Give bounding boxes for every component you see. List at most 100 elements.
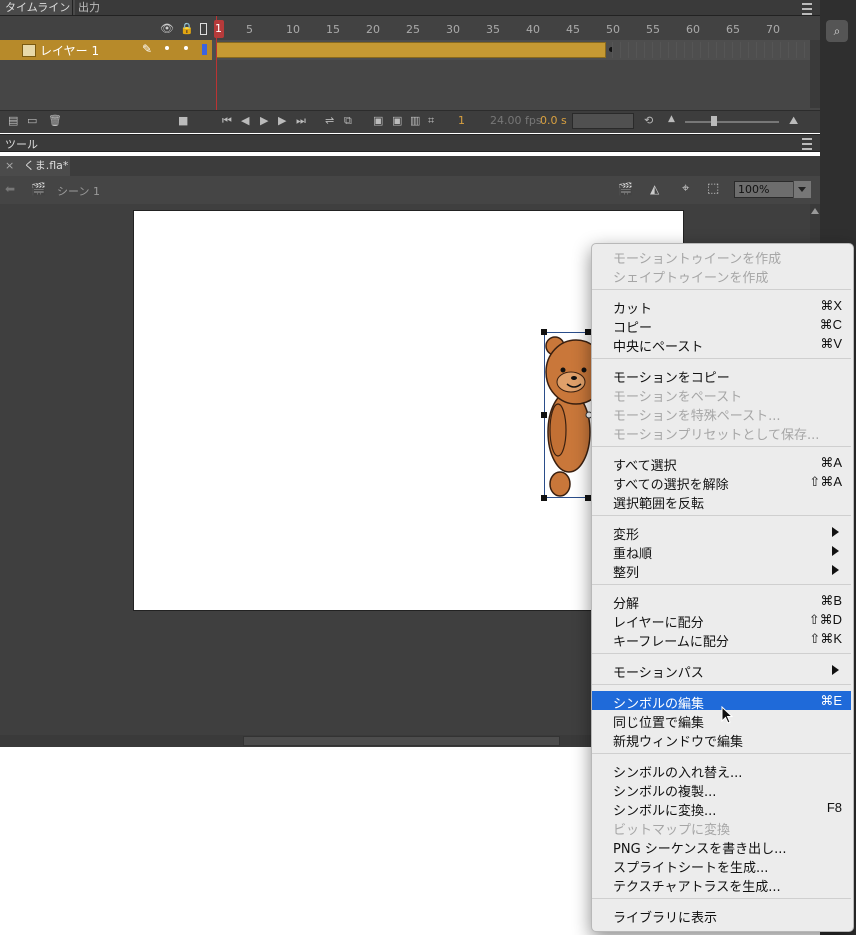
panel-toggle-icon[interactable]: ⌕ bbox=[826, 20, 848, 42]
fps[interactable]: 24.00 fps bbox=[490, 114, 542, 127]
eye-icon[interactable]: 👁 bbox=[160, 22, 174, 35]
scene-clapper-icon: 🎬 bbox=[31, 182, 46, 196]
frame-number: 50 bbox=[606, 23, 620, 36]
camera-icon[interactable]: ■ bbox=[178, 114, 188, 127]
center-frame-icon[interactable]: ⟲ bbox=[644, 114, 653, 127]
bear-symbol[interactable] bbox=[544, 332, 607, 498]
outline-icon[interactable] bbox=[200, 23, 207, 35]
menu-item[interactable]: 選択範囲を反転 bbox=[592, 491, 851, 512]
menu-separator bbox=[592, 289, 851, 290]
frame-number: 35 bbox=[486, 23, 500, 36]
bear-illustration bbox=[544, 332, 607, 498]
onion-outline-icon[interactable]: ▣ bbox=[373, 114, 383, 127]
new-layer-icon[interactable]: ▤ bbox=[8, 114, 18, 127]
menu-item[interactable]: 変形 bbox=[592, 522, 851, 543]
frame-number: 40 bbox=[526, 23, 540, 36]
menu-item[interactable]: シンボルの入れ替え... bbox=[592, 760, 851, 781]
panel-menu-icon[interactable] bbox=[802, 3, 812, 15]
tools-panel-label[interactable]: ツール bbox=[5, 136, 38, 152]
scrub-slider[interactable] bbox=[572, 113, 634, 129]
menu-item[interactable]: シンボルに変換... F8 bbox=[592, 798, 851, 819]
zoom-out-icon[interactable]: ▲ bbox=[668, 114, 675, 124]
zoom-in-icon[interactable]: ⛰ bbox=[789, 114, 798, 128]
menu-item-label: モーションパス bbox=[613, 666, 704, 681]
lock-icon[interactable]: 🔒 bbox=[180, 22, 194, 35]
menu-item[interactable]: すべて選択 ⌘A bbox=[592, 453, 851, 474]
document-tab[interactable]: × くま.fla* bbox=[0, 156, 70, 176]
menu-item-label: キーフレームに配分 bbox=[613, 635, 729, 650]
edit-scene-icon[interactable]: 🎬 bbox=[618, 182, 633, 196]
frame-center-icon[interactable]: ⌗ bbox=[428, 114, 434, 128]
menu-item[interactable]: コピー ⌘C bbox=[592, 315, 851, 336]
empty-frames[interactable] bbox=[612, 42, 808, 58]
modify-markers-icon[interactable]: ▥ bbox=[410, 114, 420, 127]
tools-menu-icon[interactable] bbox=[802, 138, 812, 150]
elapsed-time[interactable]: 0.0 s bbox=[540, 114, 567, 127]
onion-skin-icon[interactable]: ⧉ bbox=[344, 114, 352, 128]
chevron-down-icon[interactable] bbox=[793, 181, 811, 198]
menu-item[interactable]: ライブラリに表示 bbox=[592, 905, 851, 926]
menu-item[interactable]: レイヤーに配分 ⇧⌘D bbox=[592, 610, 851, 631]
submenu-arrow-icon bbox=[832, 527, 839, 537]
menu-item[interactable]: モーションをコピー bbox=[592, 365, 851, 386]
layer-color-swatch[interactable] bbox=[202, 44, 207, 55]
menu-item-label: 整列 bbox=[613, 566, 640, 581]
menu-item-shortcut: ⌘X bbox=[820, 298, 842, 313]
layer-name[interactable]: レイヤー 1 bbox=[40, 42, 99, 59]
menu-item[interactable]: すべての選択を解除 ⇧⌘A bbox=[592, 472, 851, 493]
tween-span[interactable] bbox=[216, 42, 606, 58]
resize-handle[interactable] bbox=[541, 329, 547, 335]
menu-item[interactable]: モーションパス bbox=[592, 660, 851, 681]
current-frame[interactable]: 1 bbox=[458, 114, 465, 127]
play-icon[interactable]: ▶ bbox=[260, 114, 268, 127]
menu-item-label: ライブラリに表示 bbox=[613, 911, 718, 926]
hscroll-thumb[interactable] bbox=[243, 736, 560, 746]
menu-item[interactable]: 重ね順 bbox=[592, 541, 851, 562]
scene-bar bbox=[0, 176, 820, 205]
menu-item[interactable]: スプライトシートを生成... bbox=[592, 855, 851, 876]
menu-item-label: 中央にペースト bbox=[613, 340, 704, 355]
menu-item[interactable]: カット ⌘X bbox=[592, 296, 851, 317]
menu-separator bbox=[592, 653, 851, 654]
tab-timeline[interactable]: タイムライン bbox=[0, 0, 76, 15]
menu-item: モーションプリセットとして保存... bbox=[592, 422, 851, 443]
menu-item-label: モーションプリセットとして保存... bbox=[613, 428, 820, 443]
first-frame-icon[interactable]: ⏮ bbox=[222, 114, 232, 128]
lock-dot[interactable] bbox=[184, 46, 188, 50]
frame-size-thumb[interactable] bbox=[711, 116, 717, 126]
close-icon[interactable]: × bbox=[5, 159, 14, 172]
menu-item[interactable]: シンボルの複製... bbox=[592, 779, 851, 800]
menu-item-label: シェイプトゥイーンを作成 bbox=[613, 271, 769, 286]
clip-icon[interactable]: ⬚ bbox=[707, 181, 719, 196]
resize-handle[interactable] bbox=[541, 495, 547, 501]
menu-item[interactable]: 整列 bbox=[592, 560, 851, 581]
next-frame-icon[interactable]: ▶ bbox=[278, 114, 286, 127]
edit-multiple-icon[interactable]: ▣ bbox=[392, 114, 402, 127]
frame-number: 10 bbox=[286, 23, 300, 36]
menu-item[interactable]: 中央にペースト ⌘V bbox=[592, 334, 851, 355]
menu-item[interactable]: 新規ウィンドウで編集 bbox=[592, 729, 851, 750]
resize-handle[interactable] bbox=[541, 412, 547, 418]
trash-icon[interactable]: 🗑 bbox=[48, 114, 62, 127]
back-arrow-icon[interactable]: ⬅ bbox=[5, 182, 15, 196]
menu-item: モーションをペースト bbox=[592, 384, 851, 405]
tab-output[interactable]: 出力 bbox=[72, 0, 105, 15]
menu-item[interactable]: キーフレームに配分 ⇧⌘K bbox=[592, 629, 851, 650]
center-stage-icon[interactable]: ⌖ bbox=[682, 181, 689, 196]
loop-icon[interactable]: ⇌ bbox=[325, 114, 334, 127]
layer-icon bbox=[22, 44, 36, 57]
edit-symbol-icon[interactable]: ◭ bbox=[650, 182, 659, 196]
menu-item[interactable]: PNG シーケンスを書き出し... bbox=[592, 836, 851, 857]
prev-frame-icon[interactable]: ◀ bbox=[241, 114, 249, 127]
visible-dot[interactable] bbox=[165, 46, 169, 50]
frame-size-slider[interactable] bbox=[685, 121, 779, 123]
frame-number: 30 bbox=[446, 23, 460, 36]
new-folder-icon[interactable]: ▭ bbox=[27, 114, 37, 127]
scene-name[interactable]: シーン 1 bbox=[57, 183, 100, 199]
menu-item[interactable]: テクスチャアトラスを生成... bbox=[592, 874, 851, 895]
menu-item[interactable]: 分解 ⌘B bbox=[592, 591, 851, 612]
menu-item-shortcut: ⌘A bbox=[820, 455, 842, 470]
submenu-arrow-icon bbox=[832, 565, 839, 575]
last-frame-icon[interactable]: ⏭ bbox=[296, 114, 306, 128]
timeline-vscroll[interactable] bbox=[810, 40, 820, 108]
